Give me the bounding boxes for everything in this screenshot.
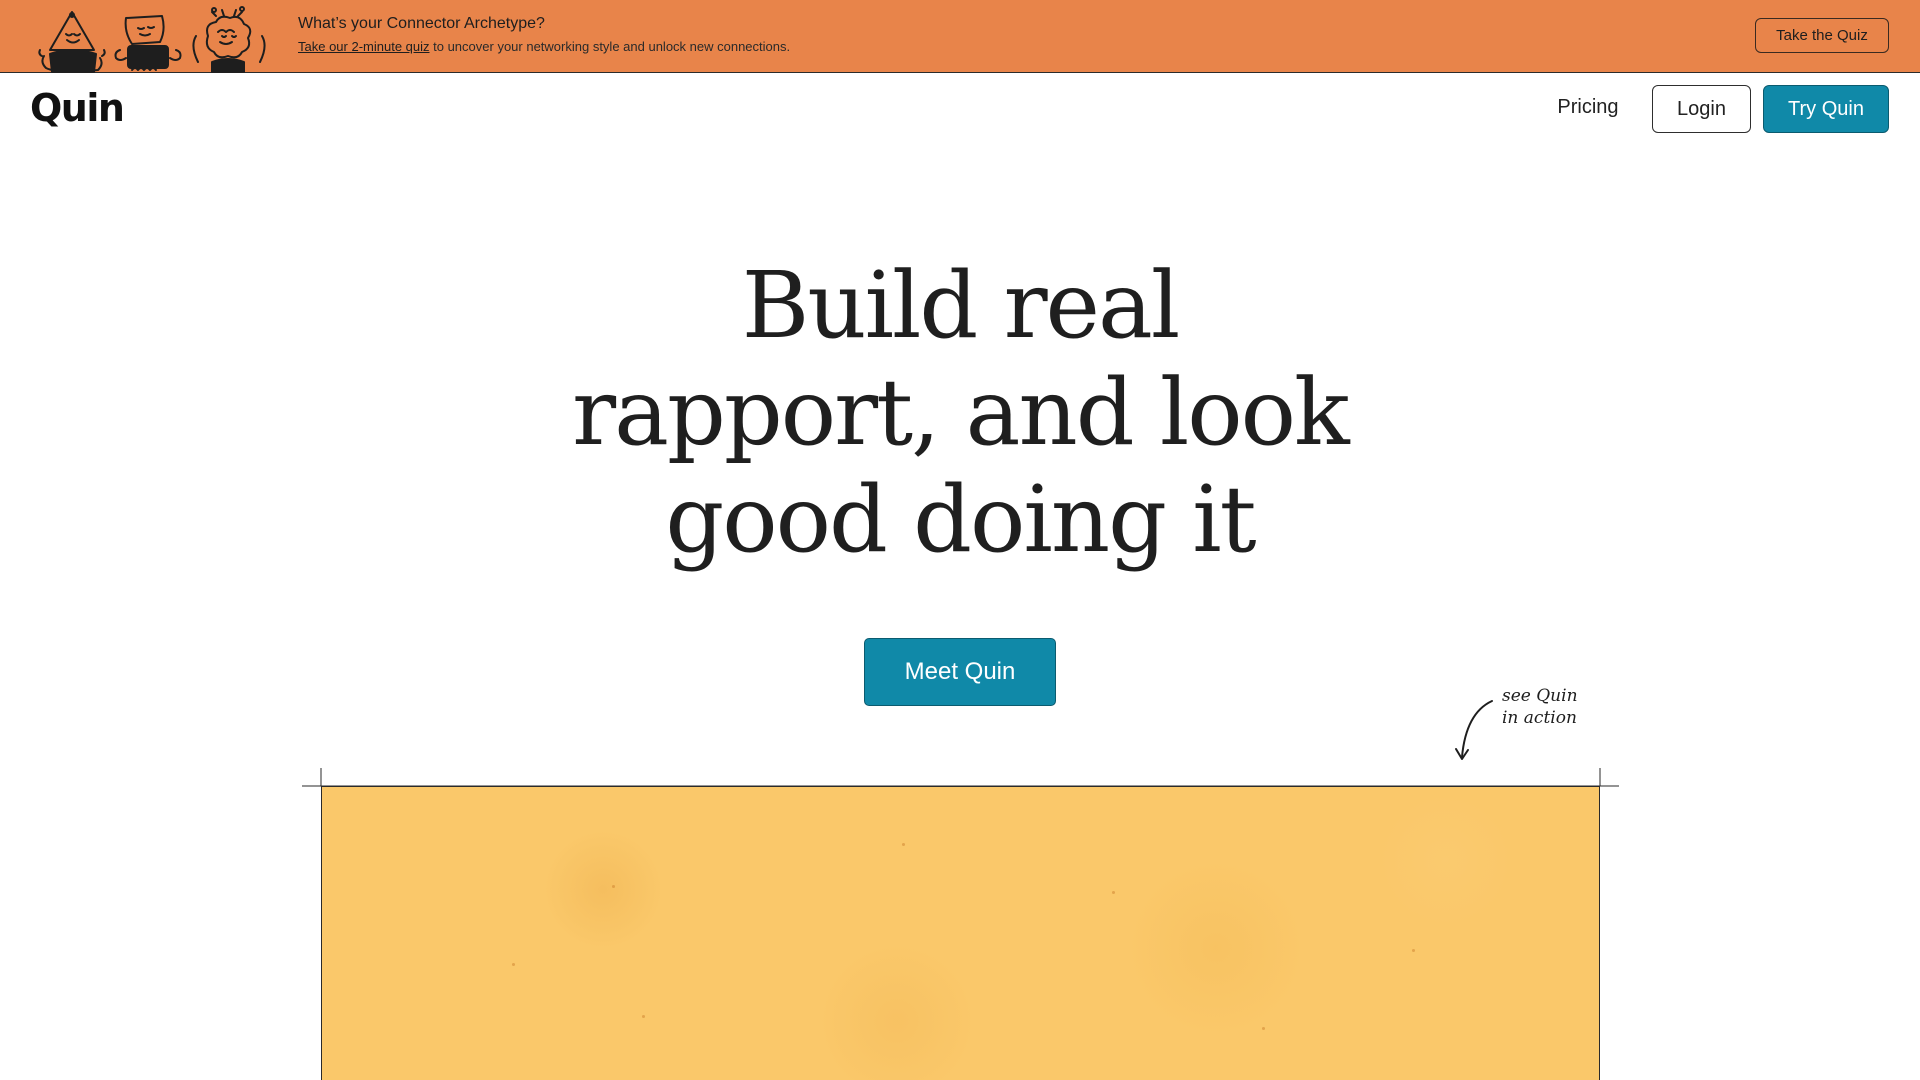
meet-quin-button[interactable]: Meet Quin — [864, 638, 1056, 706]
curved-arrow-down-icon — [1455, 700, 1493, 760]
try-quin-button[interactable]: Try Quin — [1763, 85, 1889, 133]
brain-character-icon — [192, 6, 266, 73]
banner-title: What’s your Connector Archetype? — [298, 15, 545, 32]
login-button[interactable]: Login — [1652, 85, 1751, 133]
banner-subtitle-text: to uncover your networking style and unl… — [429, 39, 791, 54]
texture-speck — [1112, 891, 1115, 894]
hero-title-line: rapport, and look — [572, 359, 1350, 466]
texture-speck — [902, 843, 905, 846]
take-quiz-button[interactable]: Take the Quiz — [1755, 18, 1889, 53]
texture-speck — [642, 1015, 645, 1018]
annotation-line: see Quin — [1502, 686, 1578, 706]
texture-speck — [512, 963, 515, 966]
promo-banner: What’s your Connector Archetype? Take ou… — [0, 0, 1920, 73]
nav-pricing-link[interactable]: Pricing — [1540, 96, 1636, 124]
demo-video-panel[interactable] — [321, 786, 1600, 1080]
texture-speck — [1412, 949, 1415, 952]
hero-title-line: Build real — [741, 252, 1181, 359]
banner-subtitle: Take our 2-minute quiz to uncover your n… — [298, 39, 790, 54]
texture-speck — [612, 885, 615, 888]
annotation-line: in action — [1502, 708, 1577, 728]
texture-speck — [1262, 1027, 1265, 1030]
triangle-character-icon — [38, 11, 106, 73]
quiz-link[interactable]: Take our 2-minute quiz — [298, 39, 430, 54]
hero-title-line: good doing it — [665, 466, 1256, 573]
banner-illustrations — [36, 6, 268, 73]
hero-title: Build real rapport, and look good doing it — [460, 252, 1460, 573]
square-character-icon — [114, 15, 182, 71]
quin-logo[interactable]: Quin — [30, 86, 125, 130]
see-quin-annotation: see Quin in action — [1502, 685, 1622, 729]
